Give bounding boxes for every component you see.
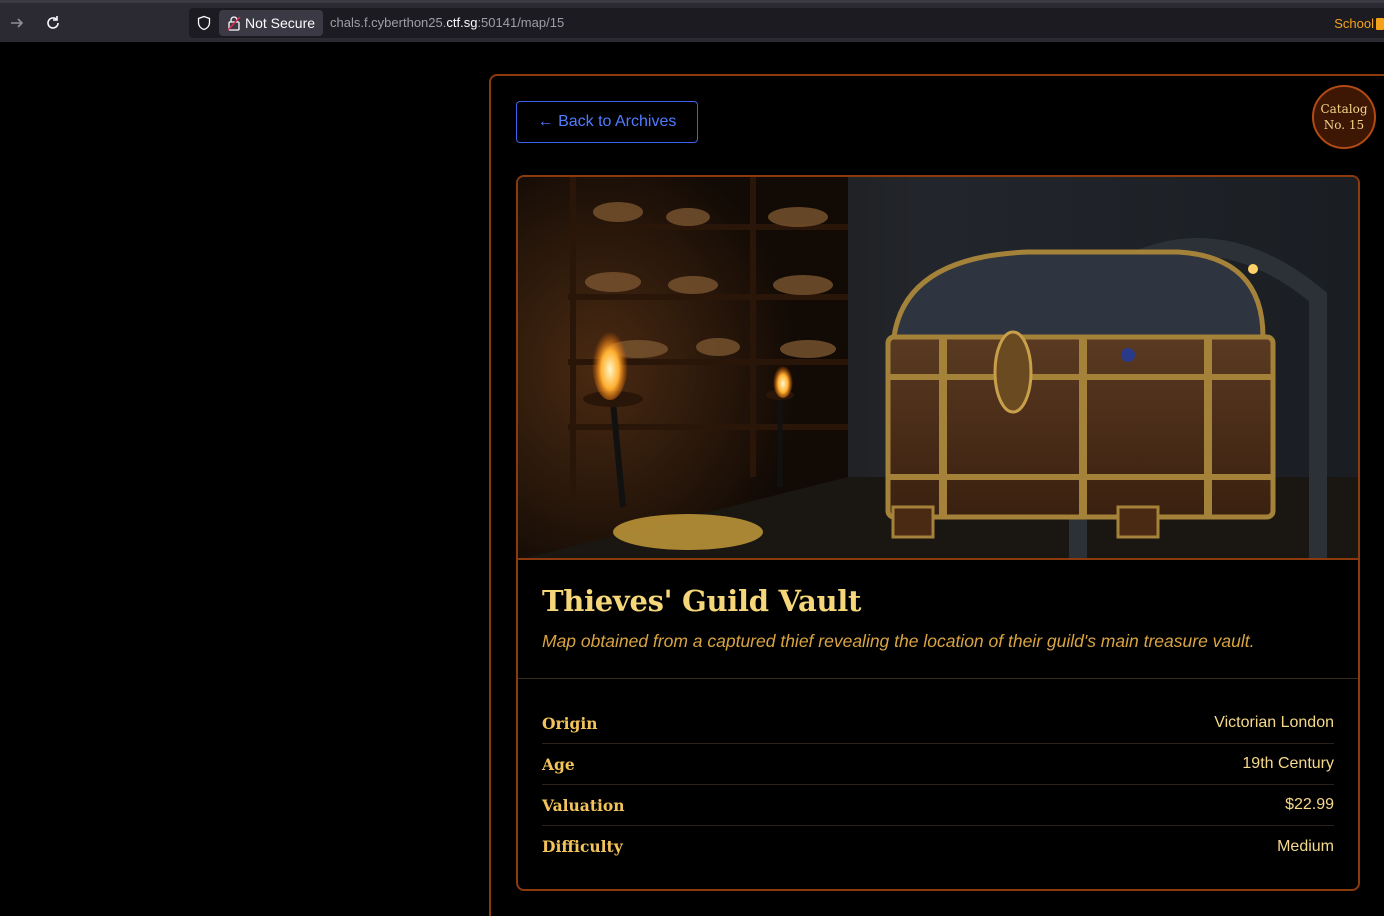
url-text[interactable]: chals.f.cyberthon25.ctf.sg:50141/map/15 <box>330 15 564 30</box>
detail-value: Medium <box>1277 837 1334 855</box>
not-secure-indicator[interactable]: Not Secure <box>219 10 324 36</box>
catalog-seal-line1: Catalog <box>1320 102 1368 116</box>
catalog-seal: Catalog No. 15 <box>1312 85 1376 149</box>
map-description: Map obtained from a captured thief revea… <box>542 631 1255 651</box>
reload-icon[interactable] <box>41 11 65 35</box>
detail-row-valuation: Valuation $22.99 <box>542 785 1334 826</box>
forward-arrow-icon[interactable] <box>5 11 29 35</box>
detail-value: Victorian London <box>1214 714 1334 731</box>
map-entry: Thieves' Guild Vault Map obtained from a… <box>516 175 1360 891</box>
treasure-vault-image <box>518 177 1358 560</box>
address-bar[interactable]: Not Secure chals.f.cyberthon25.ctf.sg:50… <box>189 8 1384 38</box>
bookmark-school-label: School <box>1334 16 1374 31</box>
divider <box>518 678 1358 679</box>
back-to-archives-button[interactable]: ← Back to Archives <box>516 101 698 143</box>
detail-key: Valuation <box>542 795 625 815</box>
detail-key: Origin <box>542 713 598 733</box>
detail-list: Origin Victorian London Age 19th Century… <box>542 703 1334 867</box>
url-prefix: chals.f.cyberthon25. <box>330 15 447 30</box>
not-secure-label: Not Secure <box>245 15 316 31</box>
bookmark-school[interactable]: School <box>1334 16 1384 31</box>
folder-icon <box>1376 17 1384 30</box>
url-domain: ctf.sg <box>446 15 478 30</box>
detail-row-difficulty: Difficulty Medium <box>542 826 1334 867</box>
detail-key: Age <box>542 754 575 774</box>
browser-toolbar: Not Secure chals.f.cyberthon25.ctf.sg:50… <box>0 0 1384 42</box>
detail-value: 19th Century <box>1242 755 1334 772</box>
url-suffix: :50141/map/15 <box>477 15 565 30</box>
map-detail-card: ← Back to Archives Catalog No. 15 Thieve… <box>489 74 1384 916</box>
insecure-lock-icon <box>227 15 241 31</box>
map-title: Thieves' Guild Vault <box>542 584 862 618</box>
detail-key: Difficulty <box>542 837 623 856</box>
catalog-seal-line2: No. 15 <box>1323 118 1365 132</box>
shield-icon[interactable] <box>196 15 212 31</box>
detail-row-age: Age 19th Century <box>542 744 1334 785</box>
detail-value: $22.99 <box>1285 796 1334 813</box>
detail-row-origin: Origin Victorian London <box>542 703 1334 744</box>
